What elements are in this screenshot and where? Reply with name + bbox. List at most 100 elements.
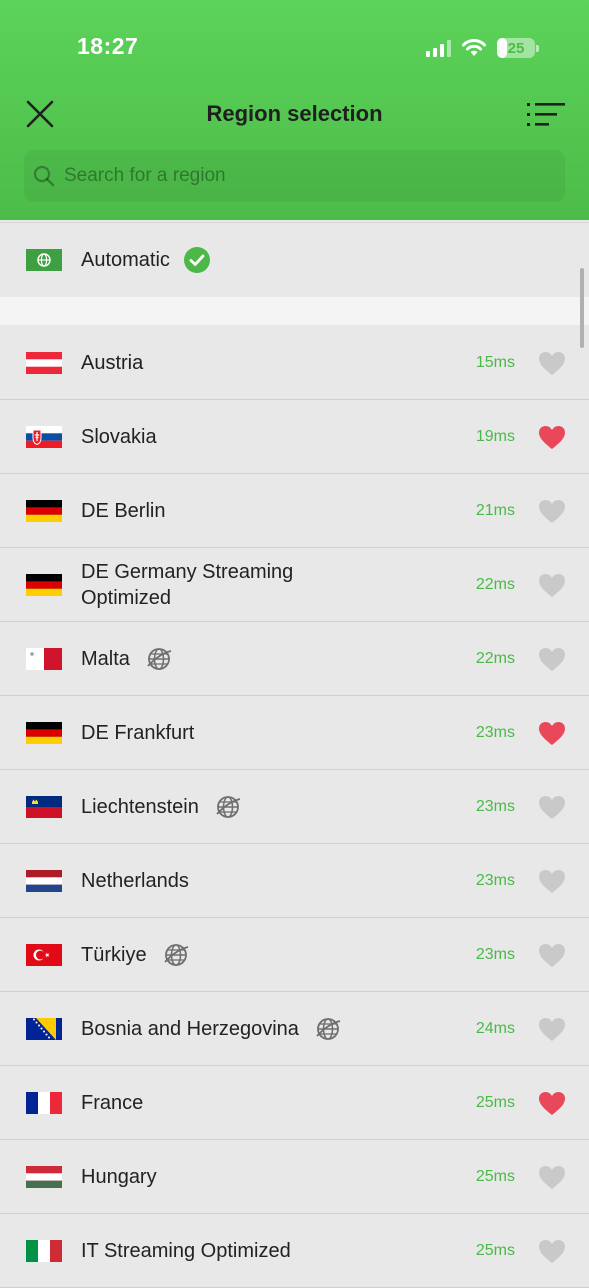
germany-flag-icon: [26, 573, 62, 596]
region-name-wrap: DE Frankfurt: [81, 720, 194, 746]
page-title: Region selection: [206, 101, 383, 126]
heart-icon[interactable]: [538, 943, 566, 968]
heart-icon[interactable]: [538, 1017, 566, 1042]
globe-icon: [215, 794, 241, 820]
battery-icon: 25: [497, 38, 535, 58]
germany-flag-icon: [26, 499, 62, 522]
cellular-signal-icon: [426, 39, 451, 57]
automatic-label: Automatic: [81, 249, 170, 271]
bosnia-flag-icon: [26, 1017, 62, 1040]
heart-icon[interactable]: [538, 647, 566, 672]
region-name: Hungary: [81, 1165, 157, 1188]
region-name: France: [81, 1091, 144, 1114]
favorite-heart-icon[interactable]: [538, 1091, 566, 1116]
region-name: Malta: [81, 647, 130, 670]
search-icon: [33, 165, 55, 187]
region-name: DE Germany Streaming Optimized: [81, 560, 294, 609]
search-bar[interactable]: [24, 150, 565, 202]
ping-value: 21ms: [475, 501, 515, 519]
region-name-wrap: Hungary: [81, 1164, 157, 1190]
region-name-wrap: Liechtenstein: [81, 794, 241, 820]
automatic-label-wrap: Automatic: [81, 247, 210, 273]
region-row[interactable]: Malta 22ms: [0, 622, 589, 696]
region-row[interactable]: DE Germany Streaming Optimized 22ms: [0, 548, 589, 622]
region-row[interactable]: Slovakia 19ms: [0, 400, 589, 474]
region-row[interactable]: IT Streaming Optimized 25ms: [0, 1214, 589, 1288]
heart-icon[interactable]: [538, 795, 566, 820]
turkey-flag-icon: [26, 943, 62, 966]
automatic-region-row[interactable]: Automatic: [0, 222, 589, 298]
status-time: 18:27: [77, 33, 139, 59]
region-name: DE Frankfurt: [81, 721, 195, 744]
heart-icon[interactable]: [538, 869, 566, 894]
region-name-wrap: Netherlands: [81, 868, 189, 894]
favorite-heart-icon[interactable]: [538, 425, 566, 450]
scrollbar[interactable]: [580, 268, 584, 348]
region-name-wrap: Slovakia: [81, 424, 157, 450]
region-name-wrap: IT Streaming Optimized: [81, 1238, 291, 1264]
ping-value: 25ms: [475, 1167, 515, 1185]
malta-flag-icon: [26, 647, 62, 670]
sort-list-icon: [527, 103, 565, 126]
ping-value: 15ms: [475, 353, 515, 371]
ping-value: 24ms: [475, 1019, 515, 1037]
heart-icon[interactable]: [538, 573, 566, 598]
heart-icon[interactable]: [538, 499, 566, 524]
region-name: Liechtenstein: [81, 795, 199, 818]
heart-icon[interactable]: [538, 351, 566, 376]
region-name: IT Streaming Optimized: [81, 1239, 291, 1262]
region-name: Netherlands: [81, 869, 189, 892]
slovakia-flag-icon: [26, 425, 62, 448]
region-row[interactable]: DE Berlin 21ms: [0, 474, 589, 548]
region-name-wrap: DE Germany Streaming Optimized: [81, 559, 331, 611]
liechtenstein-flag-icon: [26, 795, 62, 818]
automatic-flag-icon: [26, 249, 62, 271]
hungary-flag-icon: [26, 1165, 62, 1188]
region-row[interactable]: Bosnia and Herzegovina 24ms: [0, 992, 589, 1066]
status-icons: 25: [426, 36, 539, 60]
france-flag-icon: [26, 1091, 62, 1114]
globe-icon: [146, 646, 172, 672]
region-list: Austria 15ms Slovakia 19ms DE Berlin 21ms DE G…: [0, 326, 589, 1288]
region-row[interactable]: Türkiye 23ms: [0, 918, 589, 992]
heart-icon[interactable]: [538, 1165, 566, 1190]
region-name-wrap: Malta: [81, 646, 172, 672]
ping-value: 23ms: [475, 797, 515, 815]
ping-value: 25ms: [475, 1241, 515, 1259]
globe-icon: [315, 1016, 341, 1042]
region-name-wrap: Türkiye: [81, 942, 189, 968]
region-row[interactable]: DE Frankfurt 23ms: [0, 696, 589, 770]
wifi-icon: [462, 39, 486, 56]
header: 18:27 25 Region selection: [0, 0, 589, 220]
italy-flag-icon: [26, 1239, 62, 1262]
ping-value: 25ms: [475, 1093, 515, 1111]
battery-level: 25: [507, 39, 525, 57]
favorite-heart-icon[interactable]: [538, 721, 566, 746]
ping-value: 23ms: [475, 945, 515, 963]
austria-flag-icon: [26, 351, 62, 374]
region-row[interactable]: France 25ms: [0, 1066, 589, 1140]
region-name-wrap: Bosnia and Herzegovina: [81, 1016, 341, 1042]
search-input[interactable]: [64, 150, 544, 202]
region-name-wrap: DE Berlin: [81, 498, 165, 524]
globe-icon: [163, 942, 189, 968]
region-row[interactable]: Netherlands 23ms: [0, 844, 589, 918]
ping-value: 22ms: [475, 575, 515, 593]
ping-value: 19ms: [475, 427, 515, 445]
ping-value: 22ms: [475, 649, 515, 667]
region-row[interactable]: Liechtenstein 23ms: [0, 770, 589, 844]
selected-check-icon: [183, 247, 210, 273]
netherlands-flag-icon: [26, 869, 62, 892]
ping-value: 23ms: [475, 871, 515, 889]
heart-icon[interactable]: [538, 1239, 566, 1264]
region-name-wrap: France: [81, 1090, 143, 1116]
region-name: DE Berlin: [81, 499, 166, 522]
region-name: Slovakia: [81, 425, 157, 448]
region-row[interactable]: Austria 15ms: [0, 326, 589, 400]
region-name: Türkiye: [81, 943, 147, 966]
ping-value: 23ms: [475, 723, 515, 741]
region-row[interactable]: Hungary 25ms: [0, 1140, 589, 1214]
region-name: Austria: [81, 351, 144, 374]
sort-button[interactable]: [526, 100, 566, 130]
germany-flag-icon: [26, 721, 62, 744]
